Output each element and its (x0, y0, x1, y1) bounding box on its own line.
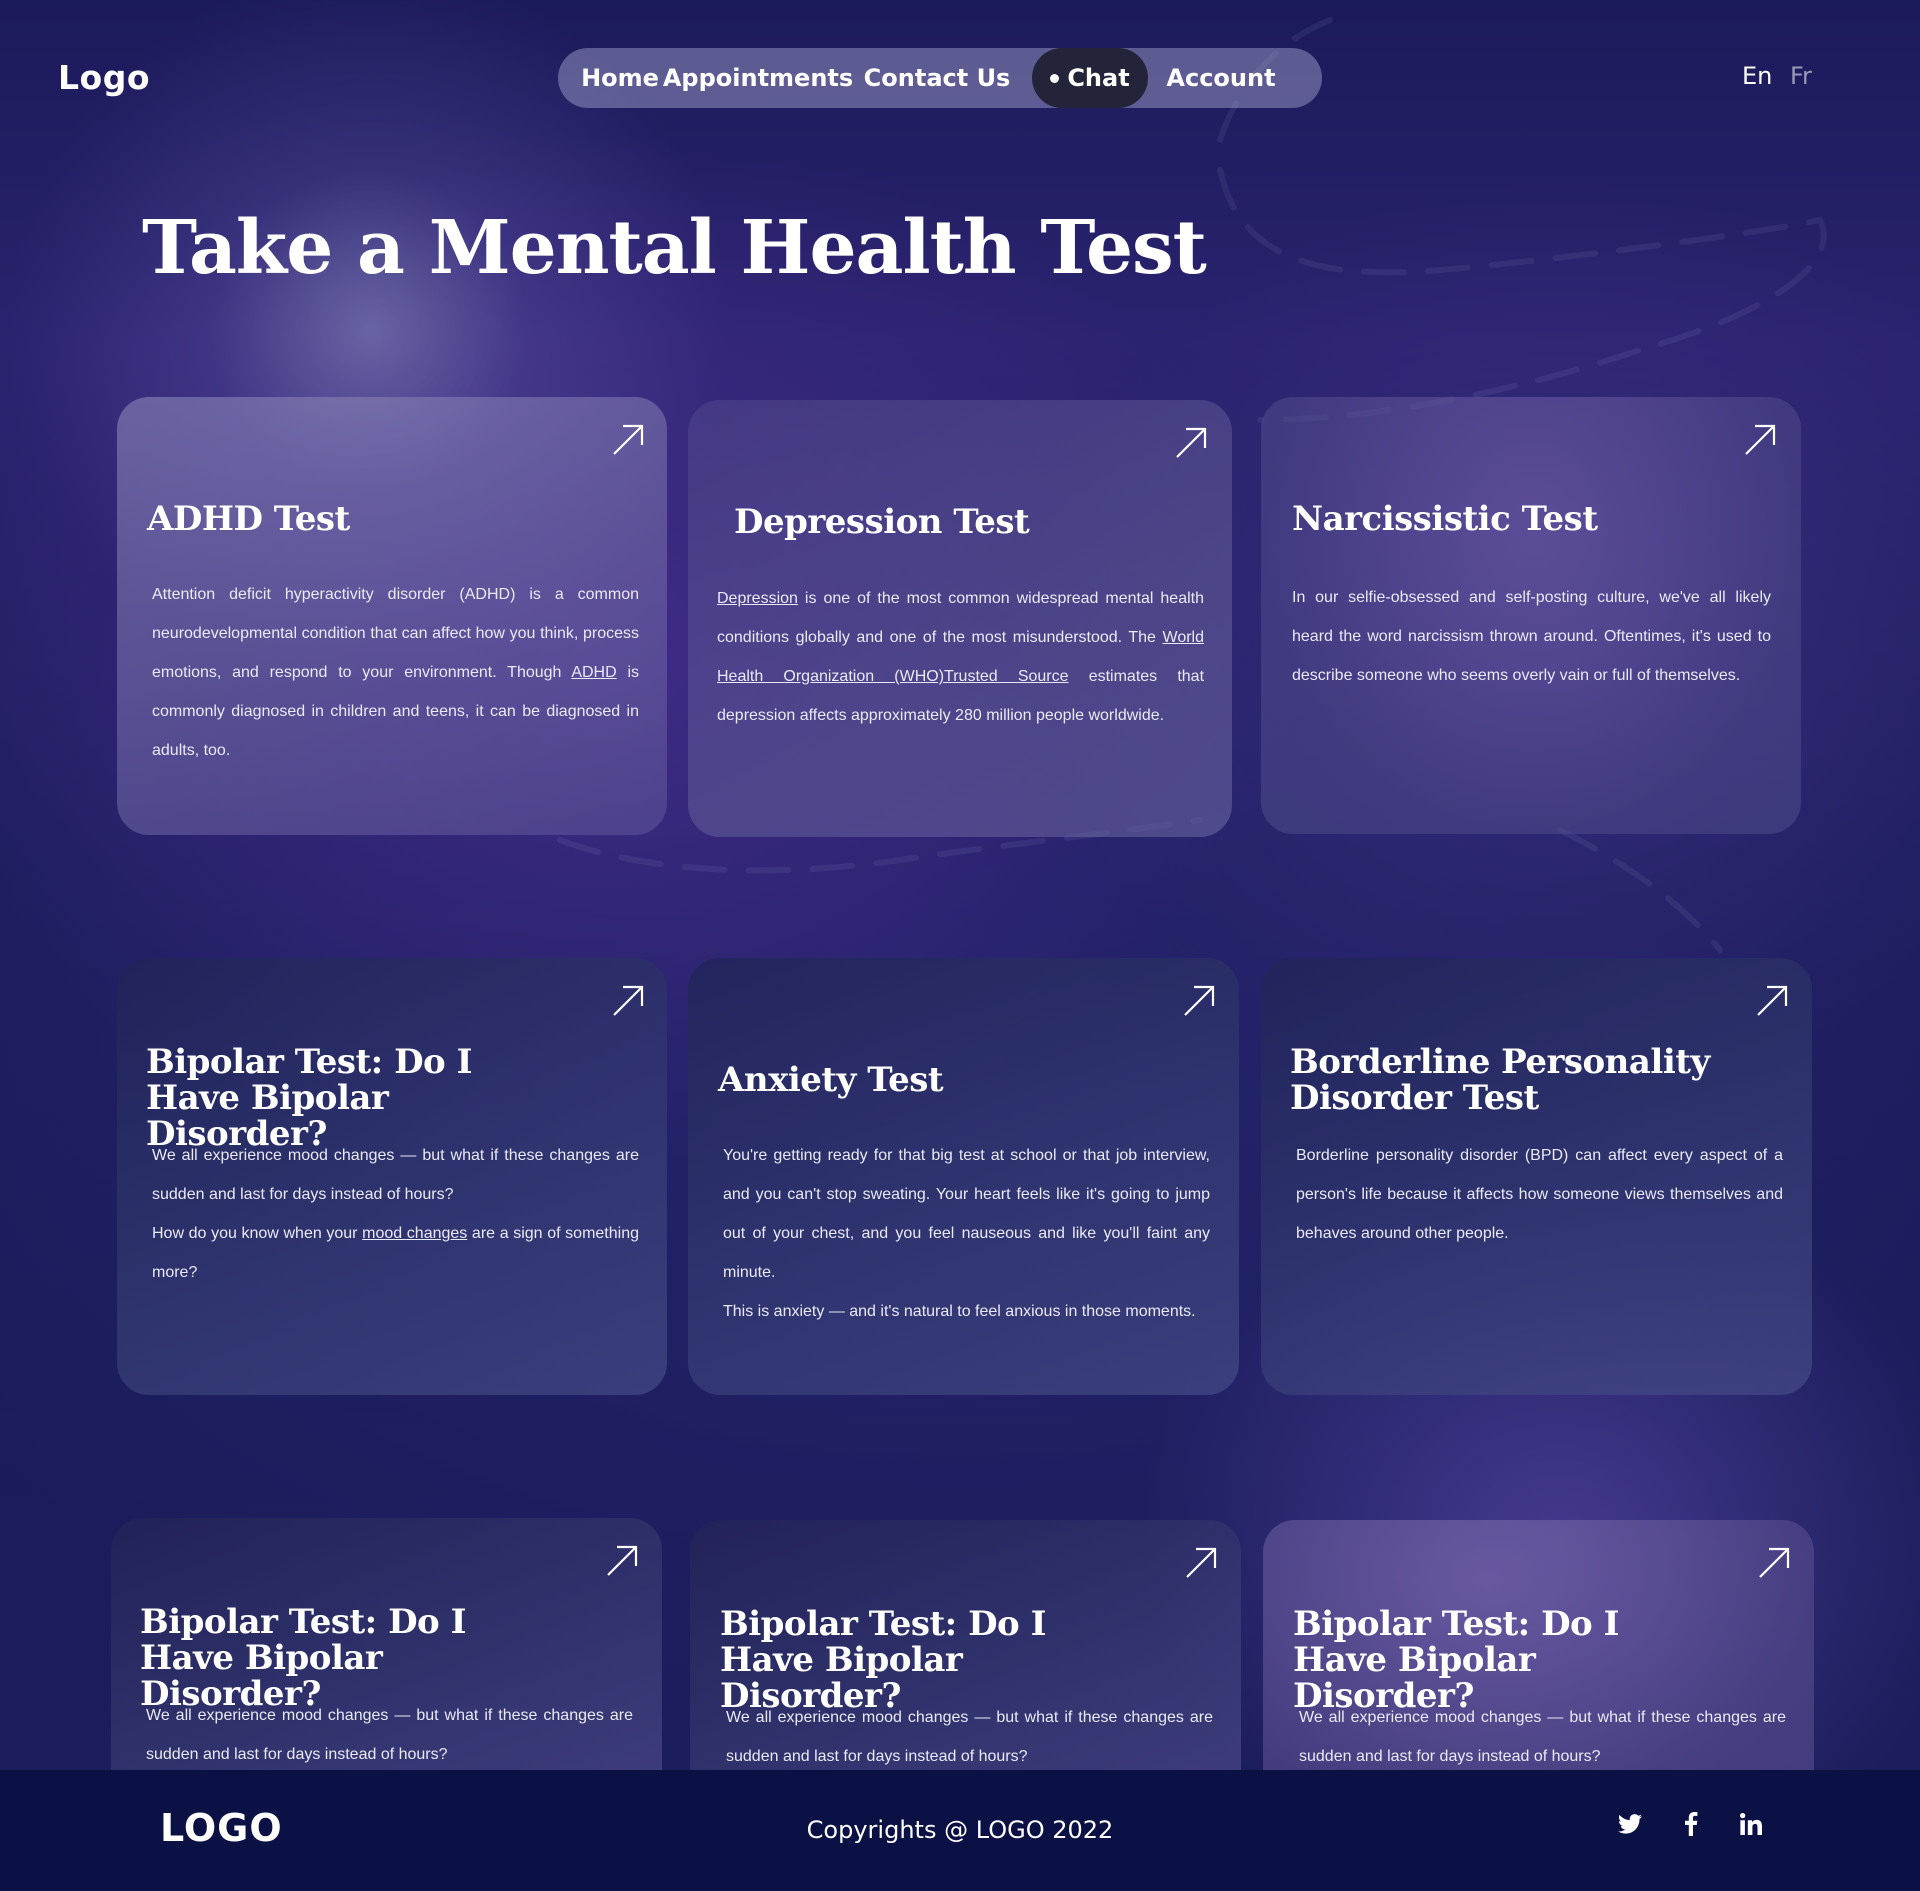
arrow-up-right-icon[interactable] (1755, 984, 1789, 1018)
arrow-up-right-icon[interactable] (1184, 1546, 1218, 1580)
twitter-icon[interactable] (1614, 1808, 1646, 1840)
depression-link[interactable]: Depression (717, 590, 798, 607)
test-card-adhd[interactable]: ADHD Test Attention deficit hyperactivit… (117, 397, 667, 835)
card-title: Depression Test (734, 502, 1030, 542)
footer: LOGO Copyrights @ LOGO 2022 (0, 1770, 1920, 1891)
page-title: Take a Mental Health Test (142, 205, 1207, 291)
card-title: ADHD Test (147, 499, 350, 539)
card-description: Borderline personality disorder (BPD) ca… (1296, 1147, 1783, 1242)
arrow-up-right-icon[interactable] (605, 1544, 639, 1578)
arrow-up-right-icon[interactable] (1174, 426, 1208, 460)
language-fr[interactable]: Fr (1790, 62, 1812, 90)
main-nav: Home Appointments Contact Us Chat Accoun… (558, 48, 1322, 108)
card-description: You're getting ready for that big test a… (723, 1147, 1210, 1320)
test-card-bipolar[interactable]: Bipolar Test: Do I Have Bipolar Disorder… (117, 958, 667, 1395)
nav-chat[interactable]: Chat (1032, 48, 1148, 108)
linkedin-icon[interactable] (1735, 1808, 1767, 1840)
card-description: We all experience mood changes — but wha… (726, 1709, 1213, 1765)
facebook-icon[interactable] (1675, 1808, 1707, 1840)
test-card-borderline[interactable]: Borderline Personality Disorder Test Bor… (1261, 958, 1812, 1395)
nav-contact-us[interactable]: Contact Us (842, 48, 1032, 108)
card-description: We all experience mood changes — but wha… (1299, 1709, 1786, 1765)
arrow-up-right-icon[interactable] (611, 984, 645, 1018)
card-description: In our selfie-obsessed and self-posting … (1292, 589, 1771, 684)
card-description: Depression is one of the most common wid… (717, 590, 1205, 724)
site-logo[interactable]: Logo (58, 58, 150, 97)
arrow-up-right-icon[interactable] (1743, 423, 1777, 457)
arrow-up-right-icon[interactable] (611, 423, 645, 457)
mood-changes-link[interactable]: mood changes (362, 1225, 467, 1242)
test-card-narcissistic[interactable]: Narcissistic Test In our selfie-obsessed… (1261, 397, 1801, 834)
nav-chat-label: Chat (1067, 64, 1130, 92)
nav-home[interactable]: Home (558, 48, 674, 108)
card-title: Anxiety Test (718, 1060, 944, 1100)
arrow-up-right-icon[interactable] (1757, 1546, 1791, 1580)
language-en[interactable]: En (1742, 62, 1772, 90)
nav-account[interactable]: Account (1148, 48, 1294, 108)
card-title: Narcissistic Test (1292, 499, 1598, 539)
card-description: Attention deficit hyperactivity disorder… (152, 586, 639, 759)
arrow-up-right-icon[interactable] (1182, 984, 1216, 1018)
card-title: Borderline Personality Disorder Test (1290, 1042, 1710, 1118)
test-card-depression[interactable]: Depression Test Depression is one of the… (688, 400, 1232, 837)
adhd-link[interactable]: ADHD (571, 664, 616, 681)
card-description: We all experience mood changes — but wha… (152, 1147, 640, 1281)
test-card-anxiety[interactable]: Anxiety Test You're getting ready for th… (688, 958, 1239, 1395)
card-description: We all experience mood changes — but wha… (146, 1707, 633, 1763)
nav-appointments[interactable]: Appointments (663, 48, 853, 108)
active-dot-icon (1050, 73, 1060, 83)
